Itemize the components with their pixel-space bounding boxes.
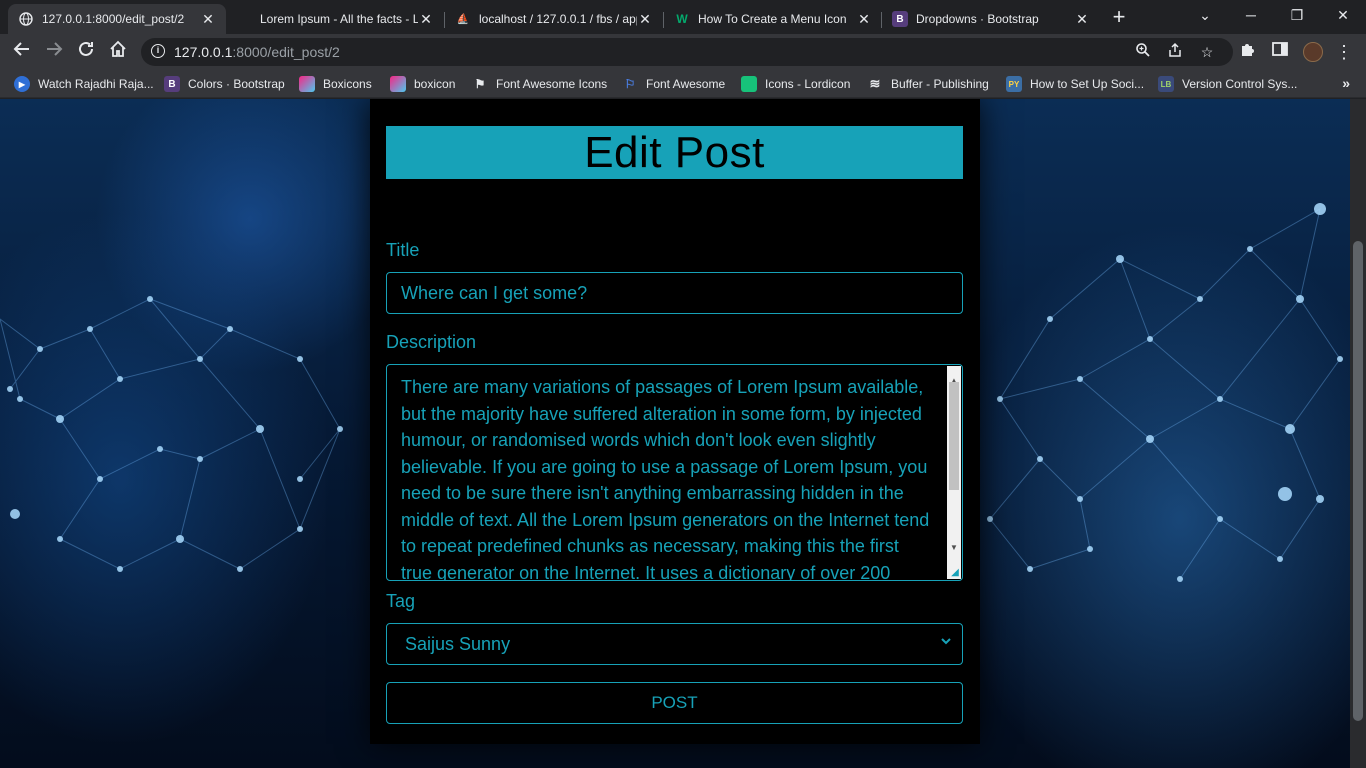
close-tab-icon[interactable]: ✕ bbox=[637, 11, 653, 28]
home-button[interactable] bbox=[106, 40, 130, 64]
close-tab-icon[interactable]: ✕ bbox=[856, 11, 872, 28]
version-control-icon: LB bbox=[1158, 76, 1174, 92]
bookmark-label: Buffer - Publishing bbox=[891, 77, 989, 91]
tag-select[interactable]: Saijus Sunny bbox=[386, 623, 963, 665]
tab-strip: 127.0.0.1:8000/edit_post/2 ✕ Lorem Ipsum… bbox=[0, 0, 1366, 34]
tab-lorem-ipsum[interactable]: Lorem Ipsum - All the facts - Lipsu ✕ bbox=[226, 4, 444, 34]
bookmark-item[interactable]: B Colors · Bootstrap bbox=[164, 75, 285, 93]
bookmark-item[interactable]: LB Version Control Sys... bbox=[1158, 75, 1297, 93]
bookmark-item[interactable]: Icons - Lordicon bbox=[741, 75, 850, 93]
edit-post-card: Edit Post Title Where can I get some? De… bbox=[370, 99, 980, 744]
bookmark-item[interactable]: Boxicons bbox=[299, 75, 372, 93]
forward-arrow-icon bbox=[47, 42, 63, 56]
bootstrap-icon: B bbox=[164, 76, 180, 92]
close-window-button[interactable]: ✕ bbox=[1320, 0, 1366, 30]
tab-menu-icon[interactable]: W How To Create a Menu Icon ✕ bbox=[664, 4, 882, 34]
tab-search-button[interactable]: ⌄ bbox=[1182, 0, 1228, 30]
flag-icon: ⚑ bbox=[474, 77, 486, 91]
boxicons-icon bbox=[299, 76, 315, 92]
tab-bootstrap-dropdowns[interactable]: B Dropdowns · Bootstrap ✕ bbox=[882, 4, 1100, 34]
description-text: There are many variations of passages of… bbox=[401, 377, 930, 581]
url-text[interactable]: 127.0.0.1:8000/edit_post/2 bbox=[174, 44, 340, 60]
description-textarea[interactable]: There are many variations of passages of… bbox=[386, 364, 963, 581]
new-tab-button[interactable]: + bbox=[1108, 6, 1130, 28]
bookmark-item[interactable]: boxicon bbox=[390, 75, 455, 93]
description-label: Description bbox=[386, 332, 477, 352]
side-panel-icon[interactable] bbox=[1268, 40, 1292, 64]
url-path: :8000/edit_post/2 bbox=[232, 44, 340, 60]
close-tab-icon[interactable]: ✕ bbox=[418, 11, 434, 28]
bookmark-item[interactable]: ≋ Buffer - Publishing bbox=[867, 75, 989, 93]
home-icon bbox=[110, 40, 126, 57]
bookmarks-bar: ▶ Watch Rajadhi Raja... B Colors · Boots… bbox=[0, 70, 1366, 98]
back-arrow-icon bbox=[13, 42, 29, 56]
title-label: Title bbox=[386, 240, 420, 260]
bookmark-label: Version Control Sys... bbox=[1182, 77, 1298, 91]
tag-label: Tag bbox=[386, 591, 416, 611]
buffer-icon: ≋ bbox=[869, 76, 881, 91]
close-tab-icon[interactable]: ✕ bbox=[1074, 11, 1090, 28]
scroll-down-icon[interactable]: ▼ bbox=[950, 535, 958, 562]
tab-title: Dropdowns · Bootstrap bbox=[916, 12, 1039, 26]
globe-icon bbox=[18, 11, 34, 27]
bookmark-label: boxicon bbox=[414, 77, 456, 91]
phpmyadmin-icon: ⛵ bbox=[456, 13, 470, 25]
url-host: 127.0.0.1 bbox=[174, 44, 233, 60]
resize-handle-icon[interactable]: ◢ bbox=[949, 567, 961, 579]
bookmark-item[interactable]: PY How to Set Up Soci... bbox=[1006, 75, 1144, 93]
restore-button[interactable]: ❐ bbox=[1274, 0, 1320, 30]
back-button[interactable] bbox=[10, 40, 34, 64]
reload-button[interactable] bbox=[74, 40, 98, 64]
page-viewport: Edit Post Title Where can I get some? De… bbox=[0, 99, 1350, 768]
bookmark-label: Watch Rajadhi Raja... bbox=[38, 77, 154, 91]
bookmark-label: Boxicons bbox=[323, 77, 372, 91]
page-title-bar: Edit Post bbox=[386, 126, 963, 179]
bookmark-label: Icons - Lordicon bbox=[765, 77, 851, 91]
menu-kebab-icon[interactable]: ⋮ bbox=[1332, 40, 1356, 64]
profile-avatar[interactable] bbox=[1303, 42, 1323, 62]
python-icon: PY bbox=[1006, 76, 1022, 92]
chevron-down-icon bbox=[940, 633, 954, 653]
zoom-icon[interactable] bbox=[1133, 42, 1153, 62]
reload-icon bbox=[79, 41, 93, 56]
address-bar[interactable]: i 127.0.0.1:8000/edit_post/2 ☆ bbox=[141, 38, 1233, 66]
textarea-scrollbar[interactable]: ▲ ▼ bbox=[947, 366, 961, 579]
bookmark-label: Font Awesome Icons bbox=[496, 77, 608, 91]
bookmark-star-icon[interactable]: ☆ bbox=[1197, 42, 1217, 62]
tab-title: 127.0.0.1:8000/edit_post/2 bbox=[42, 12, 185, 26]
textarea-scroll-thumb[interactable] bbox=[949, 382, 959, 490]
bookmark-label: Colors · Bootstrap bbox=[188, 77, 285, 91]
tab-title: localhost / 127.0.0.1 / fbs / app bbox=[479, 12, 637, 26]
play-icon: ▶ bbox=[14, 76, 30, 92]
tab-phpmyadmin[interactable]: ⛵ localhost / 127.0.0.1 / fbs / app ✕ bbox=[445, 4, 663, 34]
page-title: Edit Post bbox=[584, 127, 765, 177]
info-icon[interactable]: i bbox=[151, 44, 165, 58]
lipsum-icon bbox=[236, 11, 252, 27]
forward-button[interactable] bbox=[42, 40, 66, 64]
browser-toolbar: i 127.0.0.1:8000/edit_post/2 ☆ ⋮ bbox=[0, 34, 1366, 70]
extensions-icon[interactable] bbox=[1236, 40, 1260, 64]
title-input[interactable]: Where can I get some? bbox=[386, 272, 963, 314]
more-bookmarks-icon[interactable]: » bbox=[1342, 75, 1350, 91]
w3schools-icon: W bbox=[676, 12, 688, 26]
flag-icon: ⚐ bbox=[624, 77, 636, 91]
tab-edit-post[interactable]: 127.0.0.1:8000/edit_post/2 ✕ bbox=[8, 4, 226, 34]
bootstrap-icon: B bbox=[892, 11, 908, 27]
page-scrollbar[interactable] bbox=[1350, 99, 1366, 768]
minimize-button[interactable]: ─ bbox=[1228, 0, 1274, 30]
bookmark-label: Font Awesome bbox=[646, 77, 726, 91]
share-icon[interactable] bbox=[1165, 42, 1185, 62]
tab-title: Lorem Ipsum - All the facts - Lipsu bbox=[260, 12, 418, 26]
bookmark-item[interactable]: ⚑ Font Awesome Icons bbox=[472, 75, 608, 93]
tag-selected-value: Saijus Sunny bbox=[405, 634, 511, 654]
page-scroll-thumb[interactable] bbox=[1353, 241, 1363, 721]
bookmark-item[interactable]: ▶ Watch Rajadhi Raja... bbox=[14, 75, 154, 93]
lordicon-icon bbox=[741, 76, 757, 92]
boxicons-icon bbox=[390, 76, 406, 92]
bookmark-label: How to Set Up Soci... bbox=[1030, 77, 1145, 91]
tab-title: How To Create a Menu Icon bbox=[698, 12, 847, 26]
post-button[interactable]: POST bbox=[386, 682, 963, 724]
bookmark-item[interactable]: ⚐ Font Awesome bbox=[622, 75, 726, 93]
close-tab-icon[interactable]: ✕ bbox=[200, 11, 216, 28]
